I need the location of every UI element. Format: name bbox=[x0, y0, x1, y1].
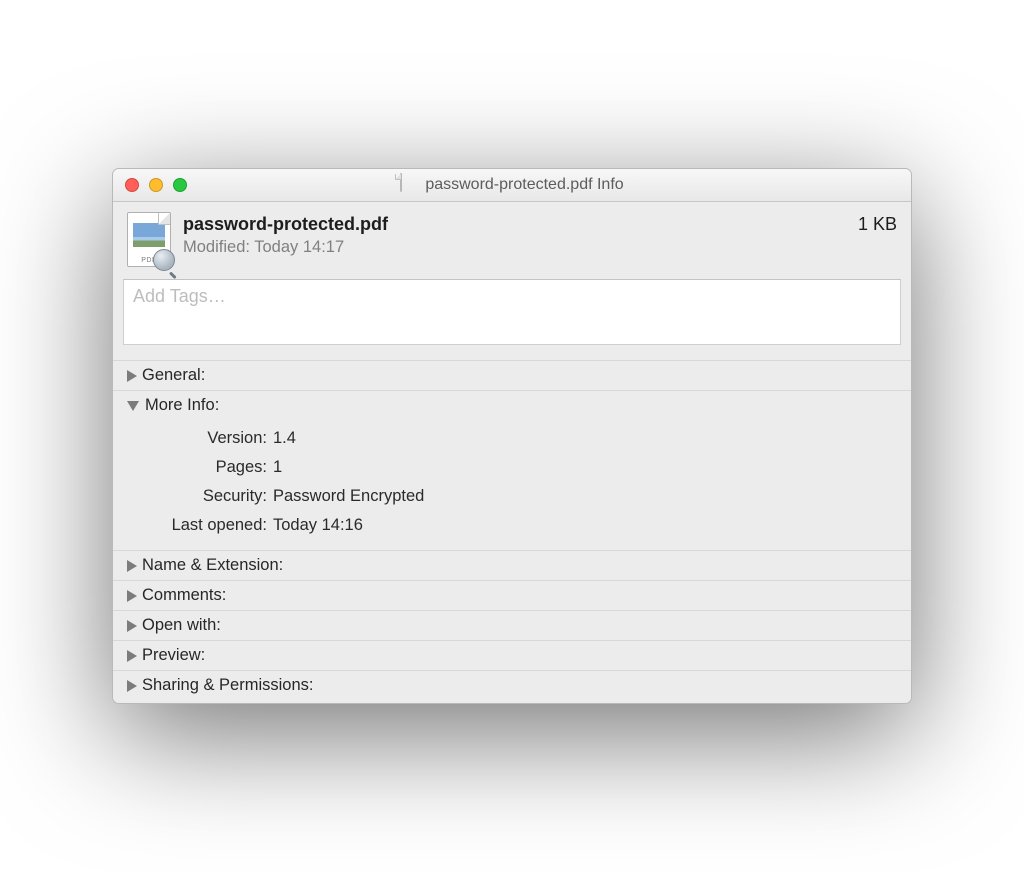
disclosure-triangle-right-icon bbox=[127, 370, 137, 382]
disclosure-triangle-right-icon bbox=[127, 620, 137, 632]
row-version-label: Version: bbox=[125, 424, 273, 453]
disclosure-triangle-right-icon bbox=[127, 650, 137, 662]
modified-value: Today 14:17 bbox=[254, 238, 344, 256]
row-security-value: Password Encrypted bbox=[273, 482, 424, 511]
row-security-label: Security: bbox=[125, 482, 273, 511]
modified-label: Modified: bbox=[183, 238, 250, 256]
section-name-extension-header[interactable]: Name & Extension: bbox=[113, 551, 911, 580]
modified-line: Modified: Today 14:17 bbox=[183, 238, 846, 257]
file-size: 1 KB bbox=[858, 212, 897, 235]
section-comments-label: Comments: bbox=[142, 586, 226, 605]
section-open-with-header[interactable]: Open with: bbox=[113, 611, 911, 640]
row-security: Security: Password Encrypted bbox=[125, 482, 899, 511]
file-name: password-protected.pdf bbox=[183, 214, 846, 235]
file-icon[interactable]: PDF bbox=[127, 212, 171, 267]
row-pages-value: 1 bbox=[273, 453, 282, 482]
section-general-label: General: bbox=[142, 366, 205, 385]
section-name-extension: Name & Extension: bbox=[113, 550, 911, 580]
section-comments: Comments: bbox=[113, 580, 911, 610]
row-version: Version: 1.4 bbox=[125, 424, 899, 453]
section-more-info-label: More Info: bbox=[145, 396, 219, 415]
section-general: General: bbox=[113, 360, 911, 390]
window-title: password-protected.pdf Info bbox=[425, 176, 623, 194]
titlebar-proxy-file-icon bbox=[400, 174, 418, 196]
minimize-window-button[interactable] bbox=[149, 178, 163, 192]
zoom-window-button[interactable] bbox=[173, 178, 187, 192]
window-titlebar[interactable]: password-protected.pdf Info bbox=[113, 169, 911, 202]
row-pages: Pages: 1 bbox=[125, 453, 899, 482]
tags-input[interactable] bbox=[123, 279, 901, 345]
section-preview-label: Preview: bbox=[142, 646, 205, 665]
disclosure-triangle-right-icon bbox=[127, 680, 137, 692]
row-pages-label: Pages: bbox=[125, 453, 273, 482]
section-preview: Preview: bbox=[113, 640, 911, 670]
section-more-info-body: Version: 1.4 Pages: 1 Security: Password… bbox=[113, 420, 911, 550]
section-more-info: More Info: Version: 1.4 Pages: 1 Securit… bbox=[113, 390, 911, 550]
get-info-window: password-protected.pdf Info PDF password… bbox=[112, 168, 912, 704]
section-general-header[interactable]: General: bbox=[113, 361, 911, 390]
section-open-with-label: Open with: bbox=[142, 616, 221, 635]
section-sharing-permissions-header[interactable]: Sharing & Permissions: bbox=[113, 671, 911, 700]
section-open-with: Open with: bbox=[113, 610, 911, 640]
section-more-info-header[interactable]: More Info: bbox=[113, 391, 911, 420]
row-version-value: 1.4 bbox=[273, 424, 296, 453]
magnifier-overlay-icon bbox=[153, 249, 175, 271]
header-text: password-protected.pdf Modified: Today 1… bbox=[183, 212, 846, 257]
section-sharing-permissions-label: Sharing & Permissions: bbox=[142, 676, 314, 695]
disclosure-triangle-right-icon bbox=[127, 590, 137, 602]
section-comments-header[interactable]: Comments: bbox=[113, 581, 911, 610]
section-sharing-permissions: Sharing & Permissions: bbox=[113, 670, 911, 703]
titlebar-center: password-protected.pdf Info bbox=[113, 174, 911, 196]
disclosure-triangle-down-icon bbox=[127, 401, 139, 411]
close-window-button[interactable] bbox=[125, 178, 139, 192]
row-last-opened-value: Today 14:16 bbox=[273, 511, 363, 540]
row-last-opened: Last opened: Today 14:16 bbox=[125, 511, 899, 540]
row-last-opened-label: Last opened: bbox=[125, 511, 273, 540]
disclosure-triangle-right-icon bbox=[127, 560, 137, 572]
info-header: PDF password-protected.pdf Modified: Tod… bbox=[113, 202, 911, 279]
section-name-extension-label: Name & Extension: bbox=[142, 556, 283, 575]
tags-field-container bbox=[113, 279, 911, 360]
section-preview-header[interactable]: Preview: bbox=[113, 641, 911, 670]
traffic-lights bbox=[113, 178, 187, 192]
